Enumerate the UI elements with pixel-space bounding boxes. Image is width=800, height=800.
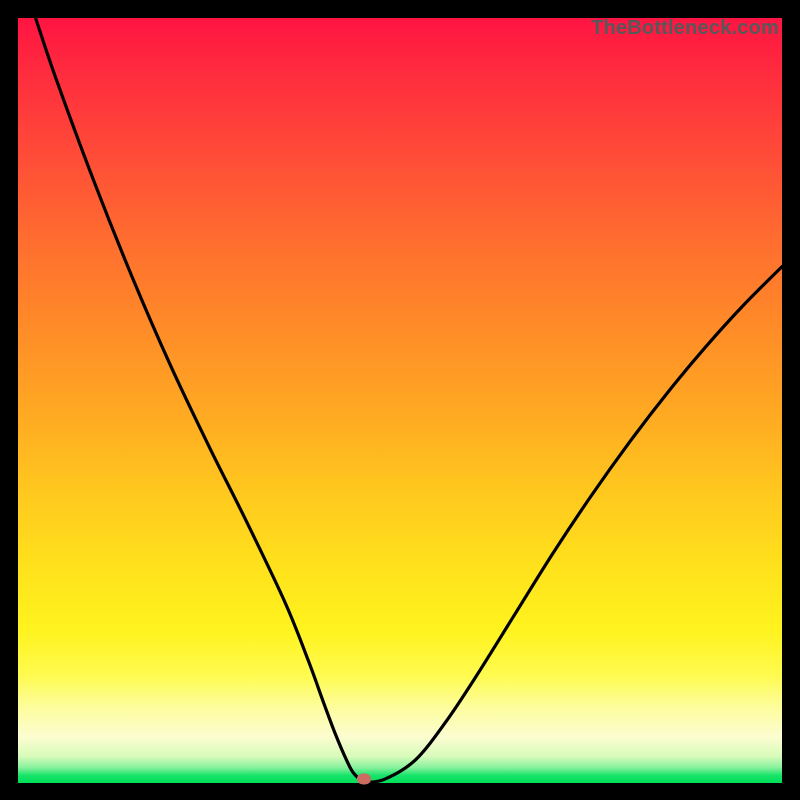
bottleneck-curve [18, 18, 782, 783]
plot-area: TheBottleneck.com [18, 18, 782, 783]
optimal-point-marker [357, 774, 371, 785]
curve-path [36, 18, 782, 782]
chart-frame: TheBottleneck.com [0, 0, 800, 800]
